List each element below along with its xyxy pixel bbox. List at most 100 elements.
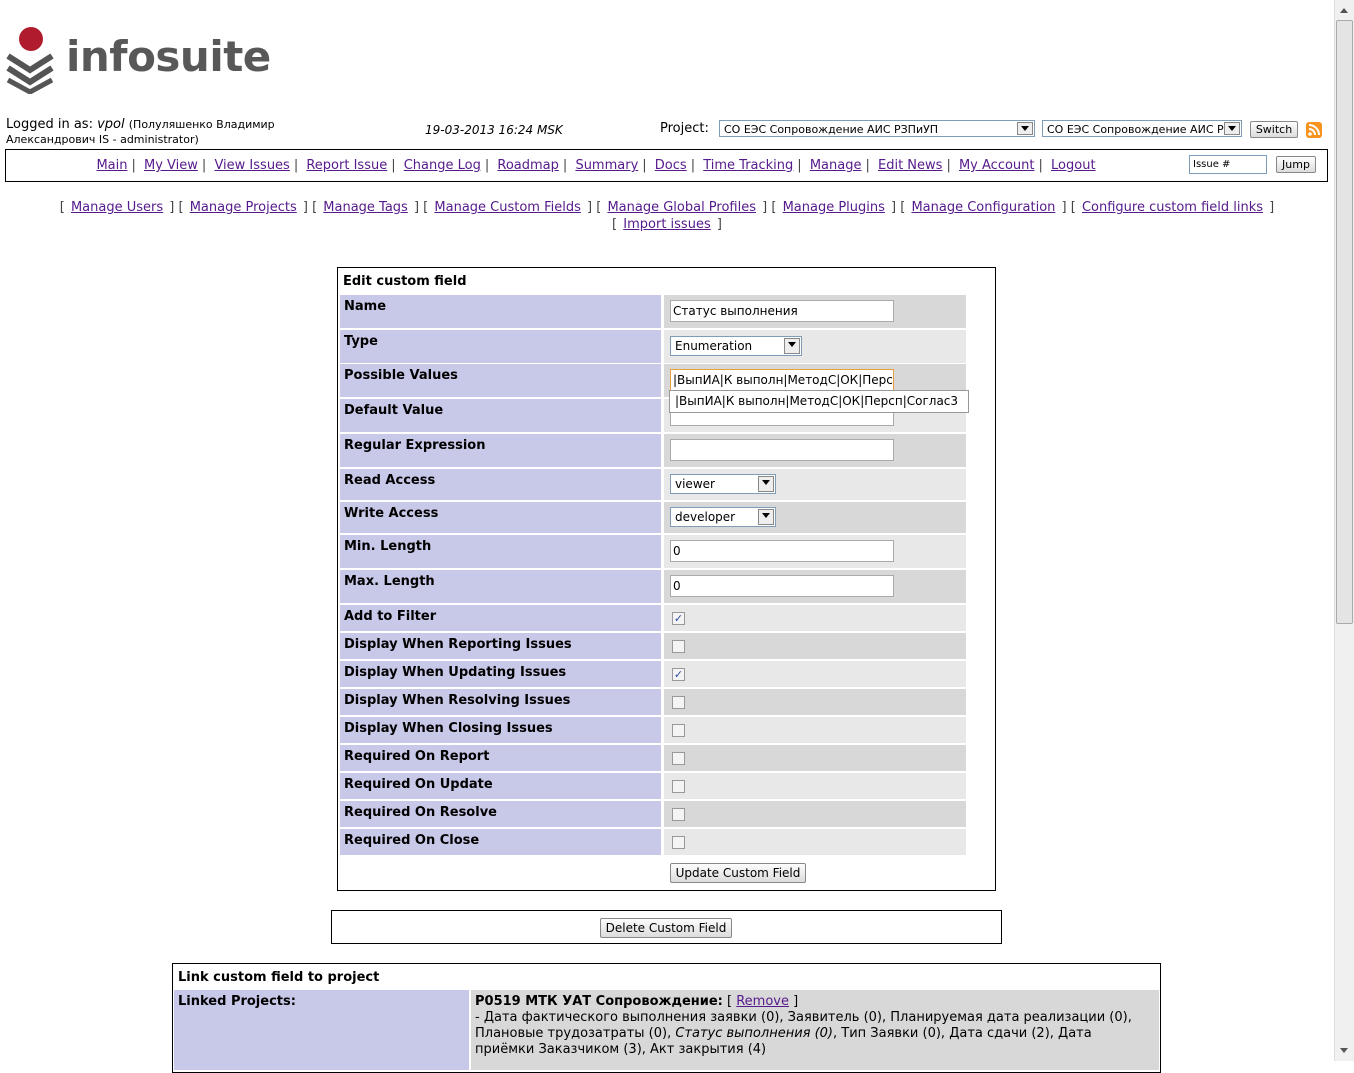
menu-logout[interactable]: Logout bbox=[1051, 158, 1096, 173]
project-select-value: СО ЕЭС Сопровождение АИС РЗПиУП bbox=[724, 123, 939, 136]
project-select[interactable]: СО ЕЭС Сопровождение АИС РЗПиУП bbox=[719, 120, 1035, 137]
row-write-access: Write Access developer bbox=[340, 502, 966, 533]
type-select[interactable]: Enumeration bbox=[670, 336, 802, 356]
admin-links: [ Manage Users ] [ Manage Projects ] [ M… bbox=[59, 200, 1275, 232]
possible-values-label: Possible Values bbox=[344, 368, 458, 383]
menu-summary[interactable]: Summary bbox=[575, 158, 638, 173]
main-menu: Main | My View | View Issues | Report Issue… bbox=[96, 158, 1096, 173]
menu-edit-news[interactable]: Edit News bbox=[878, 158, 942, 173]
menu-change-log[interactable]: Change Log bbox=[404, 158, 481, 173]
menu-main[interactable]: Main bbox=[96, 158, 127, 173]
default-value-label: Default Value bbox=[344, 403, 444, 418]
edit-custom-field-form: Edit custom field Name Статус выполнения… bbox=[337, 267, 996, 891]
checkbox-label: Required On Update bbox=[344, 777, 493, 792]
menu-docs[interactable]: Docs bbox=[655, 158, 687, 173]
linked-field-current: Статус выполнения (0) bbox=[675, 1026, 834, 1041]
link-manage-projects[interactable]: Manage Projects bbox=[190, 200, 297, 215]
checkbox-label: Display When Closing Issues bbox=[344, 721, 553, 736]
switch-button[interactable]: Switch bbox=[1250, 121, 1298, 138]
user-fullname-1: (Полуляшенко Владимир bbox=[128, 118, 275, 131]
subproject-select[interactable]: СО ЕЭС Сопровождение АИС РЗI bbox=[1042, 120, 1242, 137]
checkbox-label: Required On Resolve bbox=[344, 805, 497, 820]
login-info: Logged in as: vpol (Полуляшенко Владимир… bbox=[6, 117, 275, 147]
issue-number-input[interactable]: Issue # bbox=[1189, 155, 1267, 174]
menu-view-issues[interactable]: View Issues bbox=[214, 158, 289, 173]
row-display-updating: Display When Updating Issues ✓ bbox=[340, 661, 966, 687]
min-length-input[interactable]: 0 bbox=[670, 540, 894, 562]
menu-my-view[interactable]: My View bbox=[144, 158, 198, 173]
menu-roadmap[interactable]: Roadmap bbox=[497, 158, 559, 173]
link-manage-global-profiles[interactable]: Manage Global Profiles bbox=[607, 200, 756, 215]
display-closing-checkbox[interactable] bbox=[672, 724, 685, 737]
form-title: Edit custom field bbox=[343, 274, 467, 289]
scroll-up-icon[interactable] bbox=[1337, 3, 1352, 18]
row-display-resolving: Display When Resolving Issues bbox=[340, 689, 966, 715]
project-label: Project: bbox=[660, 121, 709, 136]
menu-report-issue[interactable]: Report Issue bbox=[306, 158, 387, 173]
scrollbar-thumb[interactable] bbox=[1336, 20, 1353, 624]
read-access-value: viewer bbox=[675, 477, 715, 491]
display-updating-checkbox[interactable]: ✓ bbox=[672, 668, 685, 681]
checkbox-label: Required On Close bbox=[344, 833, 480, 848]
chevron-down-icon bbox=[1017, 122, 1033, 135]
type-select-value: Enumeration bbox=[675, 339, 753, 353]
required-resolve-checkbox[interactable] bbox=[672, 808, 685, 821]
row-max-length: Max. Length 0 bbox=[340, 570, 966, 603]
chevron-down-icon bbox=[1224, 122, 1240, 135]
checkbox-label: Add to Filter bbox=[344, 609, 437, 624]
subproject-select-value: СО ЕЭС Сопровождение АИС РЗI bbox=[1047, 123, 1234, 136]
linked-projects-label-cell: Linked Projects: bbox=[174, 990, 469, 1070]
current-datetime: 19-03-2013 16:24 MSK bbox=[425, 123, 563, 137]
delete-custom-field-button[interactable]: Delete Custom Field bbox=[600, 918, 732, 938]
required-update-checkbox[interactable] bbox=[672, 780, 685, 793]
logo-text: infosuite bbox=[66, 32, 271, 81]
menu-manage[interactable]: Manage bbox=[810, 158, 862, 173]
link-manage-users[interactable]: Manage Users bbox=[71, 200, 163, 215]
row-regular-expression: Regular Expression bbox=[340, 434, 966, 467]
link-manage-plugins[interactable]: Manage Plugins bbox=[783, 200, 885, 215]
min-length-label: Min. Length bbox=[344, 539, 432, 554]
max-length-input[interactable]: 0 bbox=[670, 575, 894, 597]
row-read-access: Read Access viewer bbox=[340, 469, 966, 500]
name-label: Name bbox=[344, 299, 387, 314]
link-manage-configuration[interactable]: Manage Configuration bbox=[911, 200, 1055, 215]
required-report-checkbox[interactable] bbox=[672, 752, 685, 765]
row-display-reporting: Display When Reporting Issues bbox=[340, 633, 966, 659]
read-access-select[interactable]: viewer bbox=[670, 474, 776, 494]
row-type: Type Enumeration bbox=[340, 330, 966, 363]
link-manage-tags[interactable]: Manage Tags bbox=[323, 200, 408, 215]
scroll-down-icon[interactable] bbox=[1337, 1043, 1352, 1058]
row-add-to-filter: Add to Filter ✓ bbox=[340, 605, 966, 631]
linked-projects-label: Linked Projects: bbox=[178, 994, 296, 1009]
vertical-scrollbar[interactable] bbox=[1334, 0, 1354, 1061]
regular-expression-input[interactable] bbox=[670, 439, 894, 461]
max-length-label: Max. Length bbox=[344, 574, 435, 589]
required-close-checkbox[interactable] bbox=[672, 836, 685, 849]
display-reporting-checkbox[interactable] bbox=[672, 640, 685, 653]
menu-my-account[interactable]: My Account bbox=[959, 158, 1035, 173]
chevron-down-icon bbox=[758, 476, 774, 492]
row-required-resolve: Required On Resolve bbox=[340, 801, 966, 827]
name-input[interactable]: Статус выполнения bbox=[670, 300, 894, 322]
add-to-filter-checkbox[interactable]: ✓ bbox=[672, 612, 685, 625]
write-access-select[interactable]: developer bbox=[670, 507, 776, 527]
read-access-label: Read Access bbox=[344, 473, 436, 488]
row-required-report: Required On Report bbox=[340, 745, 966, 771]
possible-values-input[interactable]: |ВыпИА|К выполн|МетодС|ОК|Персп|С bbox=[670, 369, 894, 391]
autocomplete-suggestion[interactable]: |ВыпИА|К выполн|МетодС|ОК|Персп|Соглас3 bbox=[669, 390, 969, 413]
menu-time-tracking[interactable]: Time Tracking bbox=[703, 158, 793, 173]
row-required-update: Required On Update bbox=[340, 773, 966, 799]
link-configure-custom-field-links[interactable]: Configure custom field links bbox=[1082, 200, 1263, 215]
type-label: Type bbox=[344, 334, 378, 349]
link-section-title: Link custom field to project bbox=[178, 970, 380, 985]
logo-icon bbox=[6, 27, 54, 95]
checkbox-label: Display When Updating Issues bbox=[344, 665, 567, 680]
rss-icon[interactable] bbox=[1306, 122, 1322, 138]
remove-link[interactable]: Remove bbox=[736, 994, 789, 1009]
update-custom-field-button[interactable]: Update Custom Field bbox=[670, 863, 806, 883]
display-resolving-checkbox[interactable] bbox=[672, 696, 685, 709]
link-manage-custom-fields[interactable]: Manage Custom Fields bbox=[434, 200, 581, 215]
link-import-issues[interactable]: Import issues bbox=[623, 217, 710, 232]
jump-button[interactable]: Jump bbox=[1276, 156, 1316, 173]
username: vpol bbox=[97, 117, 125, 132]
